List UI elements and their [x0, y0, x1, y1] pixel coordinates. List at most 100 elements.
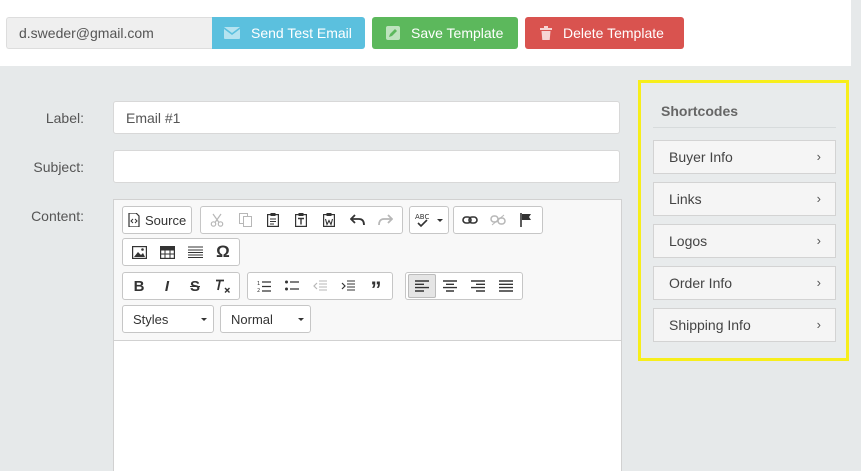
- shortcodes-panel: Shortcodes Buyer Info › Links › Logos › …: [638, 80, 849, 361]
- outdent-icon: [313, 280, 327, 292]
- delete-template-label: Delete Template: [563, 25, 664, 41]
- label-input[interactable]: [113, 101, 620, 134]
- shortcode-item-buyer-info[interactable]: Buyer Info ›: [653, 140, 836, 174]
- unlink-icon: [490, 214, 506, 226]
- edit-icon: [386, 26, 400, 40]
- send-test-email-label: Send Test Email: [251, 25, 352, 41]
- table-icon: [159, 245, 175, 259]
- spellcheck-group: ABC: [409, 206, 449, 234]
- bulleted-list-button[interactable]: [278, 274, 306, 298]
- numbered-list-icon: 12: [257, 280, 271, 293]
- editor-content-area[interactable]: [114, 341, 621, 471]
- align-center-button[interactable]: [436, 274, 464, 298]
- spellcheck-button[interactable]: ABC: [412, 208, 446, 232]
- top-action-bar: Send Test Email Save Template Delete Tem…: [0, 0, 851, 66]
- special-char-button[interactable]: Ω: [209, 240, 237, 264]
- scissors-icon: [210, 213, 224, 227]
- align-right-icon: [471, 280, 485, 292]
- save-template-button[interactable]: Save Template: [372, 17, 518, 49]
- numbered-list-button[interactable]: 12: [250, 274, 278, 298]
- table-button[interactable]: [153, 240, 181, 264]
- blockquote-icon[interactable]: ”: [362, 274, 390, 301]
- editor-toolbar: Source ABC Ω B I S 1 2 ” Styles Normal: [114, 200, 621, 341]
- undo-button[interactable]: [343, 208, 371, 232]
- bold-icon[interactable]: B: [125, 274, 153, 298]
- anchor-button[interactable]: [512, 208, 540, 232]
- send-test-email-button[interactable]: Send Test Email: [212, 17, 365, 49]
- paste-word-button[interactable]: [315, 208, 343, 232]
- basic-styles-group: B I S: [122, 272, 240, 300]
- italic-icon[interactable]: I: [153, 274, 181, 298]
- horizontal-rule-icon: [187, 246, 203, 258]
- bulleted-list-icon: [285, 280, 299, 292]
- justify-icon: [499, 280, 513, 292]
- chevron-right-icon: ›: [816, 317, 821, 332]
- shortcode-item-label: Buyer Info: [669, 149, 733, 165]
- flag-icon: [520, 213, 532, 227]
- format-dropdown[interactable]: Normal: [220, 305, 311, 333]
- source-group: Source: [122, 206, 193, 234]
- shortcode-item-label: Logos: [669, 233, 708, 249]
- clipboard-group: [200, 206, 403, 234]
- delete-template-button[interactable]: Delete Template: [525, 17, 684, 49]
- chevron-right-icon: ›: [816, 191, 821, 206]
- svg-text:2: 2: [257, 288, 260, 293]
- spellcheck-icon: ABC: [415, 212, 435, 228]
- paste-button[interactable]: [259, 208, 287, 232]
- indent-button[interactable]: [334, 274, 362, 298]
- chevron-right-icon: ›: [816, 275, 821, 290]
- chevron-down-icon: [298, 318, 304, 321]
- remove-format-button[interactable]: [209, 274, 237, 298]
- align-right-button[interactable]: [464, 274, 492, 298]
- chevron-down-icon: [437, 218, 443, 222]
- source-label: Source: [145, 212, 187, 228]
- image-icon: [131, 245, 147, 259]
- align-left-button[interactable]: [408, 274, 436, 298]
- divider: [653, 127, 836, 128]
- shortcode-item-links[interactable]: Links ›: [653, 182, 836, 216]
- shortcodes-title: Shortcodes: [661, 103, 739, 119]
- format-dropdown-label: Normal: [231, 311, 273, 327]
- shortcode-item-order-info[interactable]: Order Info ›: [653, 266, 836, 300]
- test-email-input[interactable]: [6, 17, 212, 49]
- envelope-icon: [224, 27, 240, 39]
- strike-icon[interactable]: S: [181, 274, 209, 298]
- copy-icon: [238, 213, 252, 227]
- insert-group: Ω: [122, 238, 240, 266]
- svg-text:1: 1: [257, 281, 260, 287]
- link-button[interactable]: [456, 208, 484, 232]
- align-center-icon: [443, 280, 457, 292]
- styles-dropdown[interactable]: Styles: [122, 305, 214, 333]
- source-icon: [128, 213, 140, 227]
- redo-button[interactable]: [371, 208, 399, 232]
- chevron-right-icon: ›: [816, 233, 821, 248]
- horizontal-rule-button[interactable]: [181, 240, 209, 264]
- image-button[interactable]: [125, 240, 153, 264]
- shortcode-item-label: Shipping Info: [669, 317, 751, 333]
- cut-button[interactable]: [203, 208, 231, 232]
- subject-field-label: Subject:: [33, 159, 84, 175]
- subject-input[interactable]: [113, 150, 620, 183]
- unlink-button[interactable]: [484, 208, 512, 232]
- undo-icon: [349, 214, 365, 226]
- outdent-button[interactable]: [306, 274, 334, 298]
- label-field-label: Label:: [45, 110, 84, 126]
- align-left-icon: [415, 280, 429, 292]
- justify-button[interactable]: [492, 274, 520, 298]
- link-group: [453, 206, 543, 234]
- chevron-down-icon: [201, 318, 207, 321]
- save-template-label: Save Template: [411, 25, 504, 41]
- link-icon: [462, 215, 478, 225]
- paste-text-button[interactable]: [287, 208, 315, 232]
- list-group: 12 ”: [247, 272, 393, 301]
- copy-button[interactable]: [231, 208, 259, 232]
- styles-dropdown-label: Styles: [133, 311, 169, 327]
- shortcode-item-shipping-info[interactable]: Shipping Info ›: [653, 308, 836, 342]
- clipboard-icon: [267, 213, 279, 227]
- shortcode-item-label: Links: [669, 191, 702, 207]
- svg-text:ABC: ABC: [415, 213, 429, 221]
- shortcode-item-logos[interactable]: Logos ›: [653, 224, 836, 258]
- indent-icon: [341, 280, 355, 292]
- source-button[interactable]: Source: [125, 208, 189, 232]
- paste-text-icon: [295, 213, 307, 227]
